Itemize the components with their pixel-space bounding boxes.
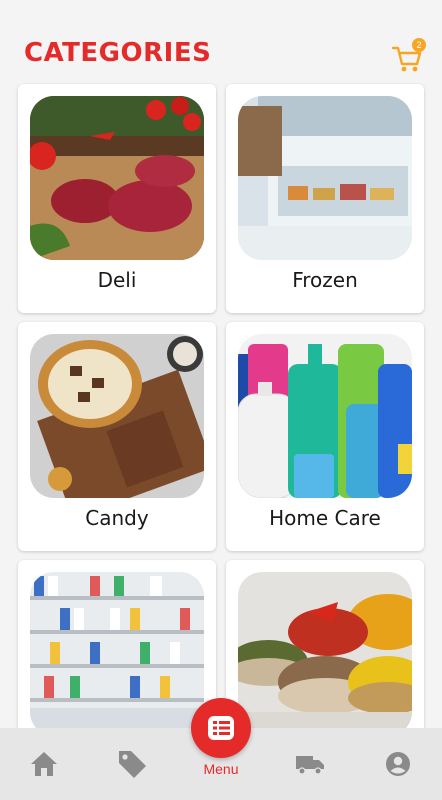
home-care-image <box>238 334 412 498</box>
frozen-image <box>238 96 412 260</box>
truck-icon <box>296 756 324 775</box>
header: CATEGORIES 2 <box>0 0 442 84</box>
menu-button[interactable] <box>191 698 251 758</box>
nav-delivery-button[interactable] <box>286 728 334 800</box>
nav-account-button[interactable] <box>374 728 422 800</box>
page-title: CATEGORIES <box>24 38 212 68</box>
category-label: Home Care <box>269 506 381 530</box>
category-card-deli[interactable]: Deli <box>18 84 216 313</box>
nav-deals-button[interactable] <box>108 728 156 800</box>
deli-image <box>30 96 204 260</box>
category-label: Frozen <box>292 268 358 292</box>
tag-icon <box>119 751 146 778</box>
menu-label[interactable]: Menu <box>186 761 256 777</box>
category-label: Deli <box>97 268 137 292</box>
pharmacy-shelf-image <box>30 572 204 736</box>
cart-button[interactable]: 2 <box>390 38 430 74</box>
home-icon <box>31 752 57 776</box>
spices-image <box>238 572 412 736</box>
category-card-candy[interactable]: Candy <box>18 322 216 551</box>
nav-home-button[interactable] <box>20 728 68 800</box>
category-card-home-care[interactable]: Home Care <box>226 322 424 551</box>
account-icon <box>386 752 410 776</box>
category-card-frozen[interactable]: Frozen <box>226 84 424 313</box>
cart-count-badge: 2 <box>412 38 426 52</box>
category-label: Candy <box>85 506 149 530</box>
candy-image <box>30 334 204 498</box>
menu-list-icon <box>208 716 234 740</box>
